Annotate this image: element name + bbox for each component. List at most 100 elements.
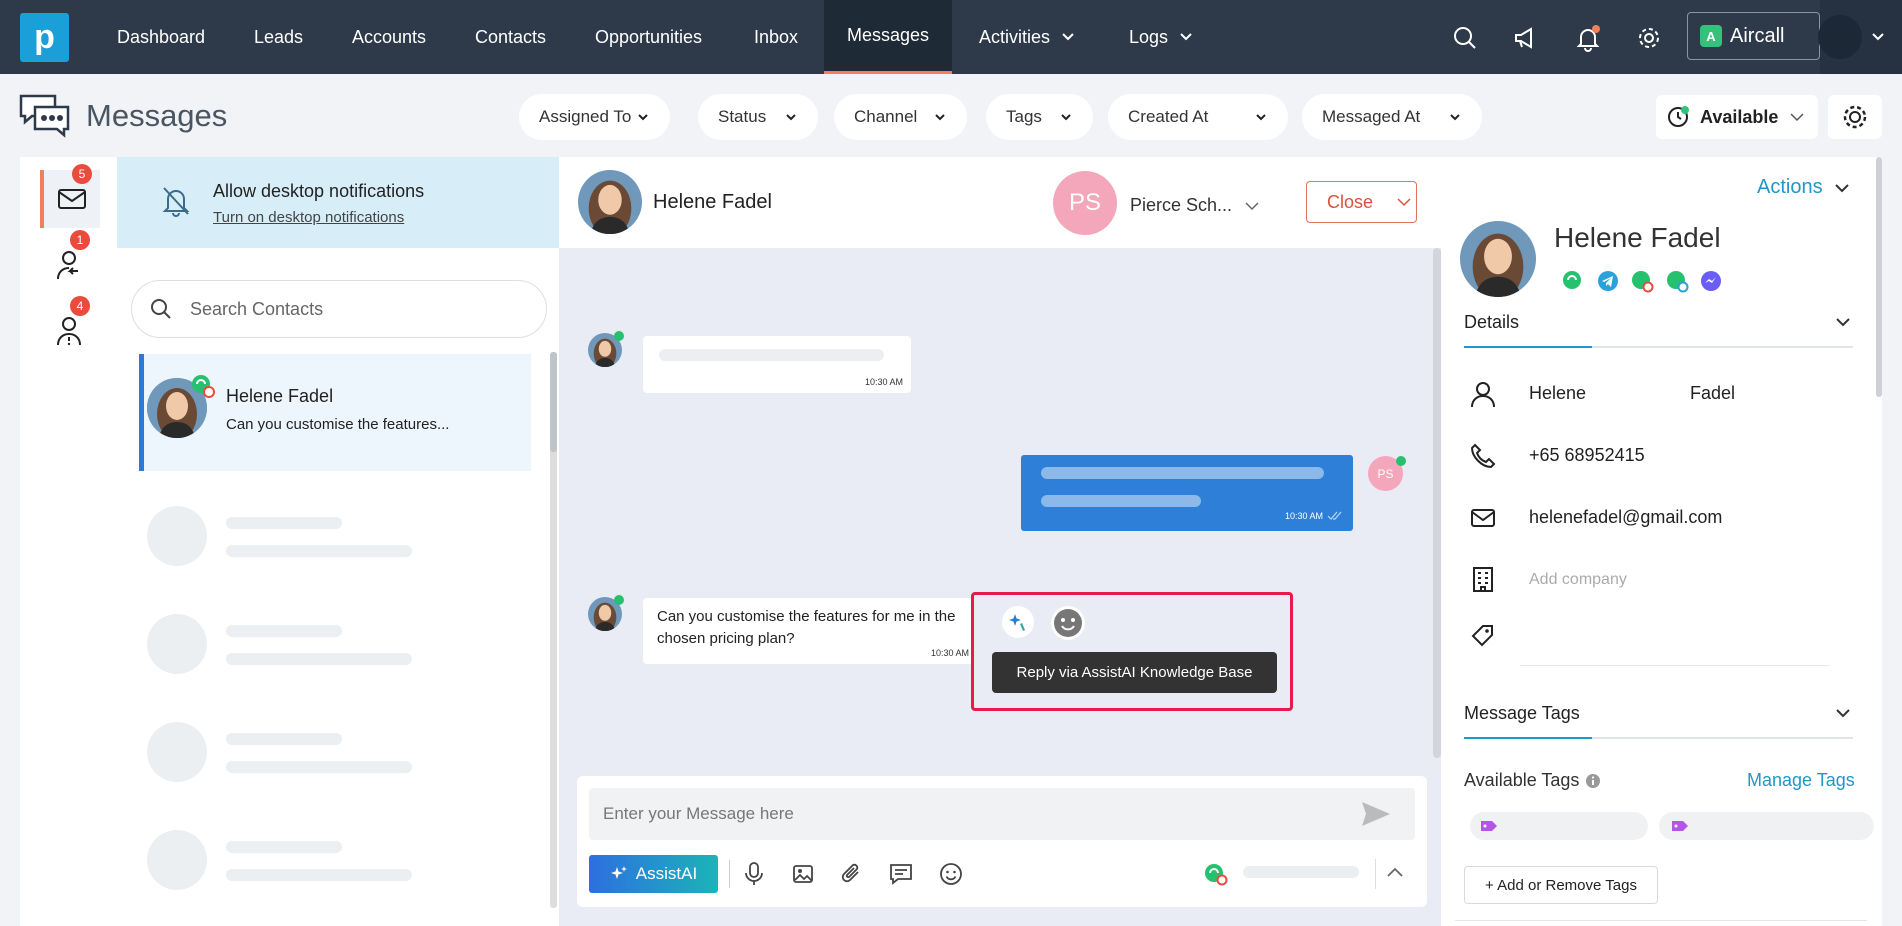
chevron-down-icon bbox=[1790, 113, 1804, 122]
nav-inbox[interactable]: Inbox bbox=[727, 0, 825, 74]
divider bbox=[1520, 665, 1829, 666]
message-input[interactable]: Enter your Message here bbox=[589, 788, 1415, 840]
nav-dashboard[interactable]: Dashboard bbox=[90, 0, 232, 74]
nav-logs[interactable]: Logs bbox=[1102, 0, 1221, 74]
chevron-down-icon[interactable] bbox=[1834, 705, 1852, 721]
settings-button[interactable] bbox=[1828, 95, 1882, 139]
telegram-icon[interactable] bbox=[1596, 269, 1620, 293]
aircall-button[interactable]: A Aircall bbox=[1687, 12, 1820, 60]
whatsapp-icon[interactable] bbox=[1561, 269, 1585, 293]
gear-icon[interactable] bbox=[1635, 24, 1663, 52]
search-input[interactable]: Search Contacts bbox=[190, 299, 323, 320]
chevron-down-icon bbox=[1872, 33, 1884, 41]
user-menu[interactable] bbox=[1818, 0, 1902, 74]
bell-icon[interactable] bbox=[1574, 24, 1602, 52]
last-name-field[interactable]: Fadel bbox=[1690, 383, 1735, 404]
filter-assigned-to[interactable]: Assigned To bbox=[519, 94, 670, 140]
chevron-down-icon[interactable] bbox=[1834, 314, 1852, 330]
reassigned-badge: 1 bbox=[70, 230, 90, 250]
phone-icon bbox=[1470, 443, 1496, 469]
chevron-down-icon bbox=[935, 114, 945, 121]
scrollbar[interactable] bbox=[1433, 248, 1441, 758]
bell-off-icon bbox=[162, 187, 190, 217]
loading-placeholder bbox=[147, 830, 207, 890]
send-icon[interactable] bbox=[1360, 800, 1392, 828]
whatsapp-alt-icon[interactable] bbox=[1630, 269, 1654, 293]
nav-leads[interactable]: Leads bbox=[227, 0, 330, 74]
chevron-down-icon bbox=[1180, 33, 1192, 41]
paperclip-icon[interactable] bbox=[841, 862, 863, 886]
chevron-up-icon[interactable] bbox=[1384, 862, 1406, 882]
rail-inbox[interactable]: 5 bbox=[40, 164, 100, 228]
loading-placeholder bbox=[1041, 467, 1324, 479]
company-field[interactable]: Add company bbox=[1529, 571, 1627, 589]
filter-channel[interactable]: Channel bbox=[834, 94, 967, 140]
whatsapp-icon bbox=[614, 331, 624, 341]
template-icon[interactable] bbox=[889, 862, 913, 886]
nav-label: Accounts bbox=[352, 26, 427, 47]
divider bbox=[729, 860, 730, 888]
assistai-button[interactable]: AssistAI bbox=[589, 855, 718, 893]
emoji-icon[interactable] bbox=[939, 862, 963, 886]
react-emoji-button[interactable] bbox=[1051, 606, 1085, 640]
whatsapp-business-icon[interactable] bbox=[1665, 269, 1689, 293]
tag-icon bbox=[1481, 821, 1497, 831]
app-logo[interactable]: p bbox=[20, 13, 69, 62]
image-icon[interactable] bbox=[792, 863, 814, 885]
loading-placeholder bbox=[1041, 495, 1201, 507]
search-contacts[interactable]: Search Contacts bbox=[131, 280, 547, 338]
phone-field[interactable]: +65 68952415 bbox=[1529, 445, 1645, 466]
tag-icon bbox=[1471, 625, 1493, 647]
filter-tags[interactable]: Tags bbox=[986, 94, 1093, 140]
loading-placeholder bbox=[226, 653, 412, 665]
sparkle-icon bbox=[610, 866, 627, 879]
filter-created-at[interactable]: Created At bbox=[1108, 94, 1288, 140]
enable-notifications-link[interactable]: Turn on desktop notifications bbox=[213, 209, 404, 226]
rail-reassigned[interactable]: 1 bbox=[40, 230, 98, 294]
contact-photo bbox=[578, 170, 642, 234]
nav-label: Leads bbox=[254, 26, 304, 47]
assistai-label: AssistAI bbox=[635, 864, 698, 883]
avatar bbox=[578, 170, 642, 234]
email-field[interactable]: helenefadel@gmail.com bbox=[1529, 507, 1722, 528]
scrollbar-thumb[interactable] bbox=[550, 352, 557, 452]
tag-chip[interactable] bbox=[1659, 812, 1874, 840]
availability-dropdown[interactable]: Available bbox=[1656, 95, 1818, 139]
loading-placeholder bbox=[226, 545, 412, 557]
megaphone-icon[interactable] bbox=[1512, 24, 1540, 52]
loading-placeholder bbox=[226, 869, 412, 881]
nav-label: Logs bbox=[1129, 26, 1169, 47]
nav-messages[interactable]: Messages bbox=[824, 0, 952, 74]
manage-tags-link[interactable]: Manage Tags bbox=[1747, 770, 1855, 791]
actions-dropdown[interactable]: Actions bbox=[1757, 176, 1851, 199]
assignee-dropdown[interactable]: Pierce Sch... bbox=[1130, 195, 1232, 216]
nav-opportunities[interactable]: Opportunities bbox=[568, 0, 729, 74]
assistai-reply-button[interactable] bbox=[1002, 606, 1034, 638]
avatar bbox=[1460, 221, 1536, 297]
nav-label: Activities bbox=[979, 26, 1051, 47]
actions-label: Actions bbox=[1757, 176, 1823, 198]
nav-label: Inbox bbox=[754, 26, 799, 47]
filter-status[interactable]: Status bbox=[698, 94, 818, 140]
whatsapp-channel-icon[interactable] bbox=[1204, 862, 1228, 886]
nav-contacts[interactable]: Contacts bbox=[448, 0, 573, 74]
rail-alerts[interactable]: 4 bbox=[40, 296, 98, 360]
filter-label: Tags bbox=[1006, 107, 1042, 126]
close-conversation-button[interactable]: Close bbox=[1306, 181, 1417, 223]
message-preview: Can you customise the features... bbox=[226, 416, 450, 433]
messenger-icon[interactable] bbox=[1699, 269, 1723, 293]
microphone-icon[interactable] bbox=[743, 861, 765, 887]
user-alert-icon bbox=[57, 317, 81, 346]
nav-accounts[interactable]: Accounts bbox=[325, 0, 453, 74]
aircall-logo-icon: A bbox=[1700, 25, 1722, 47]
nav-activities[interactable]: Activities bbox=[952, 0, 1103, 74]
nav-label: Messages bbox=[846, 25, 930, 45]
search-icon[interactable] bbox=[1451, 24, 1479, 52]
first-name-field[interactable]: Helene bbox=[1529, 383, 1586, 404]
filter-messaged-at[interactable]: Messaged At bbox=[1302, 94, 1482, 140]
details-section-title: Details bbox=[1464, 312, 1520, 332]
tooltip: Reply via AssistAI Knowledge Base bbox=[992, 652, 1277, 693]
scrollbar[interactable] bbox=[1876, 157, 1882, 397]
chevron-down-icon[interactable] bbox=[1243, 198, 1261, 214]
add-remove-tags-button[interactable]: + Add or Remove Tags bbox=[1464, 866, 1658, 904]
